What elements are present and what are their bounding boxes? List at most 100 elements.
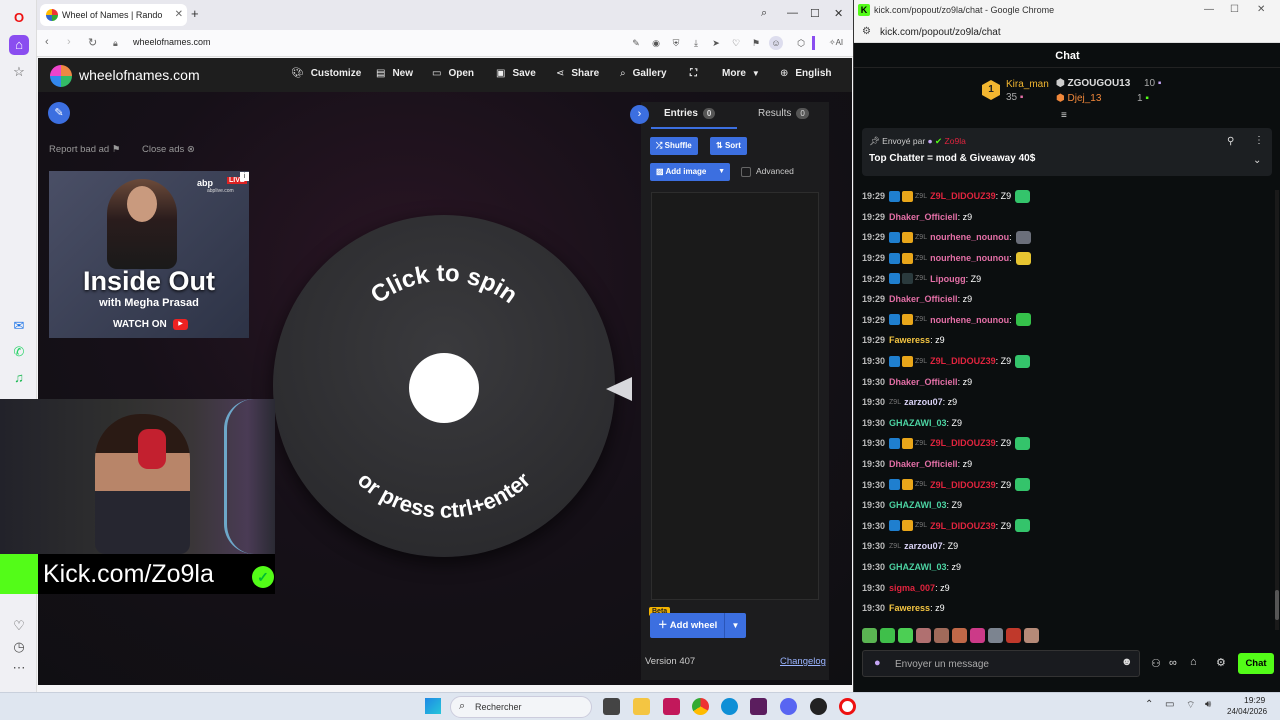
message-username[interactable]: nourhene_nounou (930, 232, 1009, 242)
task-view-icon[interactable] (603, 698, 620, 715)
tab-wheel-of-names[interactable]: Wheel of Names | Rando ✕ (40, 4, 187, 26)
message-username[interactable]: Z9L_DIDOUZ39 (930, 480, 996, 490)
message-username[interactable]: Faweress (889, 335, 930, 345)
message-username[interactable]: Z9L_DIDOUZ39 (930, 356, 996, 366)
scrollbar-thumb[interactable] (1275, 590, 1279, 620)
message-username[interactable]: GHAZAWI_03 (889, 418, 947, 428)
extensions-cube-icon[interactable]: ⬡ (794, 36, 808, 50)
clock-date[interactable]: 24/04/2026 (1227, 707, 1267, 716)
nav-more[interactable]: More ▼ (722, 68, 760, 79)
file-explorer-icon[interactable] (633, 698, 650, 715)
emote-button[interactable] (970, 628, 985, 643)
message-username[interactable]: GHAZAWI_03 (889, 500, 947, 510)
chrome-icon[interactable] (692, 698, 709, 715)
add-image-button[interactable]: ▨ Add image ▼ (650, 163, 730, 181)
favorite-heart-icon[interactable]: ♡ (729, 36, 743, 50)
clock-time[interactable]: 19:29 (1244, 695, 1265, 705)
star-icon[interactable]: ☆ (9, 62, 29, 82)
leader-name-2[interactable]: ⬢ ZGOUGOU13 (1056, 78, 1130, 89)
window-close-icon[interactable]: ✕ (834, 7, 843, 20)
send-icon[interactable]: ➤ (709, 36, 723, 50)
emote-button[interactable] (934, 628, 949, 643)
maximize-icon[interactable]: ☐ (1230, 4, 1239, 15)
back-arrow-icon[interactable]: ‹ (45, 36, 49, 48)
report-bad-ad-link[interactable]: Report bad ad ⚑ (49, 144, 120, 155)
leader-name[interactable]: Kira_man (1006, 79, 1049, 90)
message-username[interactable]: Dhaker_Officiell (889, 459, 958, 469)
message-username[interactable]: nourhene_nounou (930, 253, 1009, 263)
mic-icon[interactable]: ● (874, 657, 881, 669)
whatsapp-icon[interactable]: ✆ (9, 342, 29, 362)
nav-share[interactable]: ⋖ Share (556, 68, 599, 79)
home-icon[interactable]: ⌂ (9, 35, 29, 55)
more-options-icon[interactable]: ⋮ (1254, 135, 1264, 146)
message-username[interactable]: Dhaker_Officiell (889, 377, 958, 387)
opera-logo-icon[interactable]: O (9, 8, 29, 28)
site-logo-icon[interactable] (50, 65, 72, 87)
shuffle-button[interactable]: ⤮ Shuffle (650, 137, 698, 155)
emote-button[interactable] (862, 628, 877, 643)
message-username[interactable]: Z9L_DIDOUZ39 (930, 191, 996, 201)
leader-name-3[interactable]: ⬢ Djej_13 (1056, 93, 1101, 104)
expand-leaderboard-icon[interactable]: ≡ (1061, 110, 1067, 121)
wheel-center-hub[interactable] (409, 353, 479, 423)
chat-message-input[interactable]: ● Envoyer un message ☻ (862, 650, 1140, 677)
ad-info-icon[interactable]: i (240, 172, 249, 181)
emote-button[interactable] (1024, 628, 1039, 643)
tab-entries[interactable]: Entries 0 (664, 108, 716, 119)
chat-url-text[interactable]: kick.com/popout/zo9la/chat (880, 27, 1001, 38)
close-ads-link[interactable]: Close ads ⊗ (142, 144, 195, 155)
search-tabs-icon[interactable]: ⌕ (761, 7, 767, 20)
aria-ai-button[interactable]: ✧AI (823, 36, 849, 50)
emote-button[interactable] (1006, 628, 1021, 643)
nav-customize[interactable]: 🎨︎ Customize (291, 68, 361, 79)
maximize-icon[interactable]: ☐ (810, 7, 820, 20)
changelog-link[interactable]: Changelog (780, 656, 826, 667)
tray-chevron-up-icon[interactable]: ⌃ (1145, 699, 1153, 710)
message-username[interactable]: Faweress (889, 603, 930, 613)
message-username[interactable]: Lipougg (930, 274, 966, 284)
taskbar-search[interactable]: ⌕ Rechercher (450, 696, 592, 718)
message-username[interactable]: sigma_007 (889, 583, 935, 593)
opera-taskbar-icon[interactable] (839, 698, 856, 715)
heart-icon[interactable]: ♡ (9, 616, 29, 636)
new-tab-plus-icon[interactable]: + (191, 6, 199, 21)
nav-gallery[interactable]: ⌕ Gallery (620, 68, 667, 79)
edge-icon[interactable] (721, 698, 738, 715)
message-username[interactable]: GHAZAWI_03 (889, 562, 947, 572)
advertisement[interactable]: abp LIVE abplive.com Inside Out with Meg… (49, 171, 249, 338)
advanced-checkbox[interactable] (741, 167, 751, 177)
wifi-icon[interactable]: ⌔ (1186, 699, 1195, 712)
obs-icon[interactable] (810, 698, 827, 715)
messenger-icon[interactable]: ✉ (9, 316, 29, 336)
more-icon[interactable]: ⋯ (9, 658, 29, 678)
profile-icon[interactable]: ☺ (769, 36, 783, 50)
nav-open[interactable]: ▭ Open (432, 68, 474, 79)
edit-page-icon[interactable]: ✎ (629, 36, 643, 50)
store-icon[interactable]: ⌂ (1190, 656, 1197, 668)
spotify-icon[interactable]: ♫ (9, 368, 29, 388)
message-username[interactable]: Z9L_DIDOUZ39 (930, 521, 996, 531)
window-close-icon[interactable]: ✕ (1257, 4, 1265, 15)
users-icon[interactable]: ⚇ (1151, 657, 1161, 670)
url-text[interactable]: wheelofnames.com (133, 37, 211, 47)
send-chat-button[interactable]: Chat (1238, 653, 1274, 674)
nav-new[interactable]: ▤ New (376, 68, 413, 79)
sort-button[interactable]: ⇅ Sort (710, 137, 747, 155)
emote-button[interactable] (898, 628, 913, 643)
emote-button[interactable] (952, 628, 967, 643)
forward-arrow-icon[interactable]: › (67, 36, 71, 48)
nav-save[interactable]: ▣ Save (496, 68, 536, 79)
emoji-icon[interactable]: ☻ (1121, 656, 1133, 668)
infinity-icon[interactable]: ∞ (1169, 657, 1177, 669)
history-icon[interactable]: ◷ (9, 637, 29, 657)
fullscreen-icon[interactable]: ⛶ (690, 68, 697, 79)
emote-button[interactable] (988, 628, 1003, 643)
emote-button[interactable] (880, 628, 895, 643)
collapse-panel-chevron-icon[interactable]: › (630, 105, 649, 124)
download-icon[interactable]: ⤓ (689, 36, 703, 50)
message-username[interactable]: zarzou07 (904, 397, 943, 407)
unpin-icon[interactable]: ⚲ (1227, 136, 1234, 147)
message-username[interactable]: Dhaker_Officiell (889, 212, 958, 222)
app-icon[interactable] (663, 698, 680, 715)
